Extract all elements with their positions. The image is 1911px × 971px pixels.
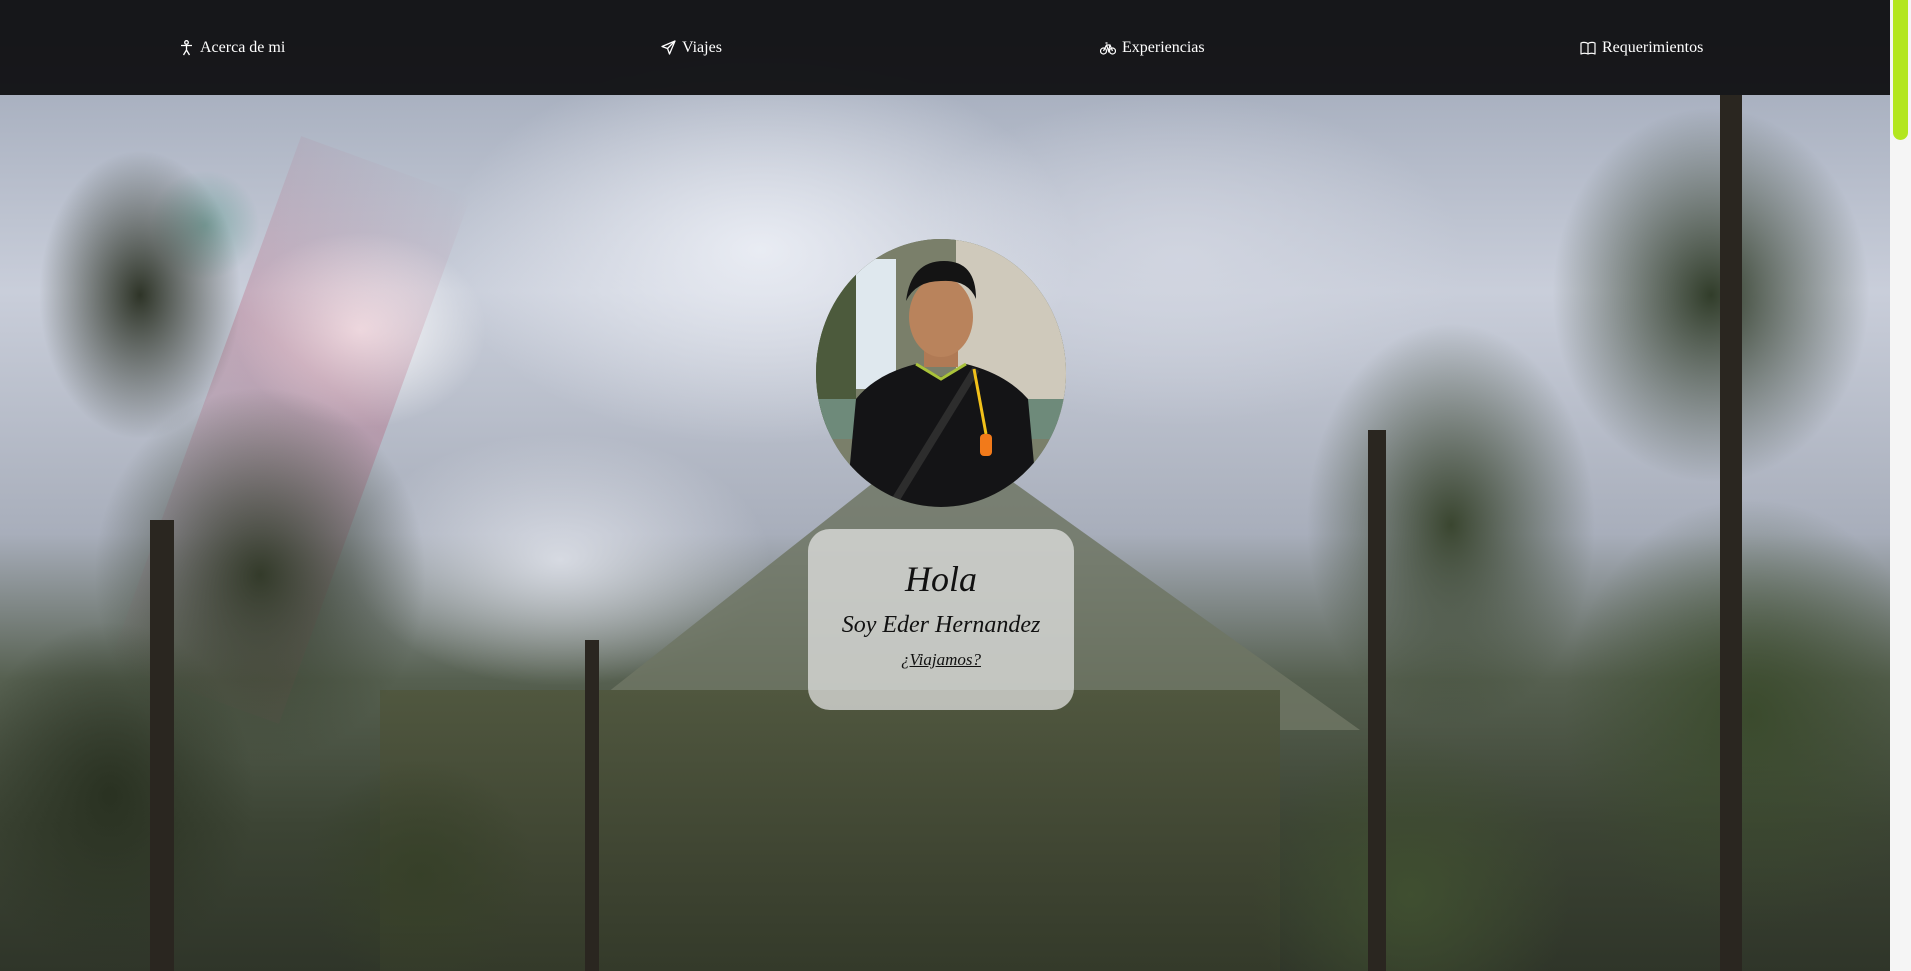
person-icon [179,39,194,56]
name-subtitle: Soy Eder Hernandez [841,612,1041,638]
viajamos-link[interactable]: ¿Viajamos? [808,650,1074,670]
scrollbar-thumb[interactable] [1893,0,1908,140]
nav-item-requerimientos[interactable]: Requerimientos [1580,0,1703,95]
profile-avatar [816,239,1066,507]
nav-item-viajes[interactable]: Viajes [661,0,722,95]
tree-trunk-left [150,520,174,971]
greeting-title: Hola [905,559,977,599]
bicycle-icon [1100,41,1116,55]
tree-right-foliage [1151,95,1911,971]
nav-item-label: Acerca de mi [200,38,286,56]
nav-item-label: Requerimientos [1602,38,1704,56]
tree-left-foliage [0,95,560,971]
nav-item-label: Experiencias [1122,38,1205,56]
nav-item-acerca[interactable]: Acerca de mi [179,0,285,95]
nav-item-experiencias[interactable]: Experiencias [1100,0,1205,95]
greeting-card: Hola Soy Eder Hernandez ¿Viajamos? [808,529,1074,710]
book-icon [1580,41,1596,55]
send-icon [661,40,676,55]
profile-photo [816,239,1066,507]
top-navigation: Acerca de mi Viajes Experiencias Requeri… [0,0,1890,95]
tree-trunk-far-right [1720,95,1742,971]
scrollbar[interactable] [1890,0,1911,971]
tree-trunk-mid [585,640,599,971]
tree-trunk-right [1368,430,1386,971]
nav-item-label: Viajes [682,38,722,56]
page: Acerca de mi Viajes Experiencias Requeri… [0,0,1911,971]
